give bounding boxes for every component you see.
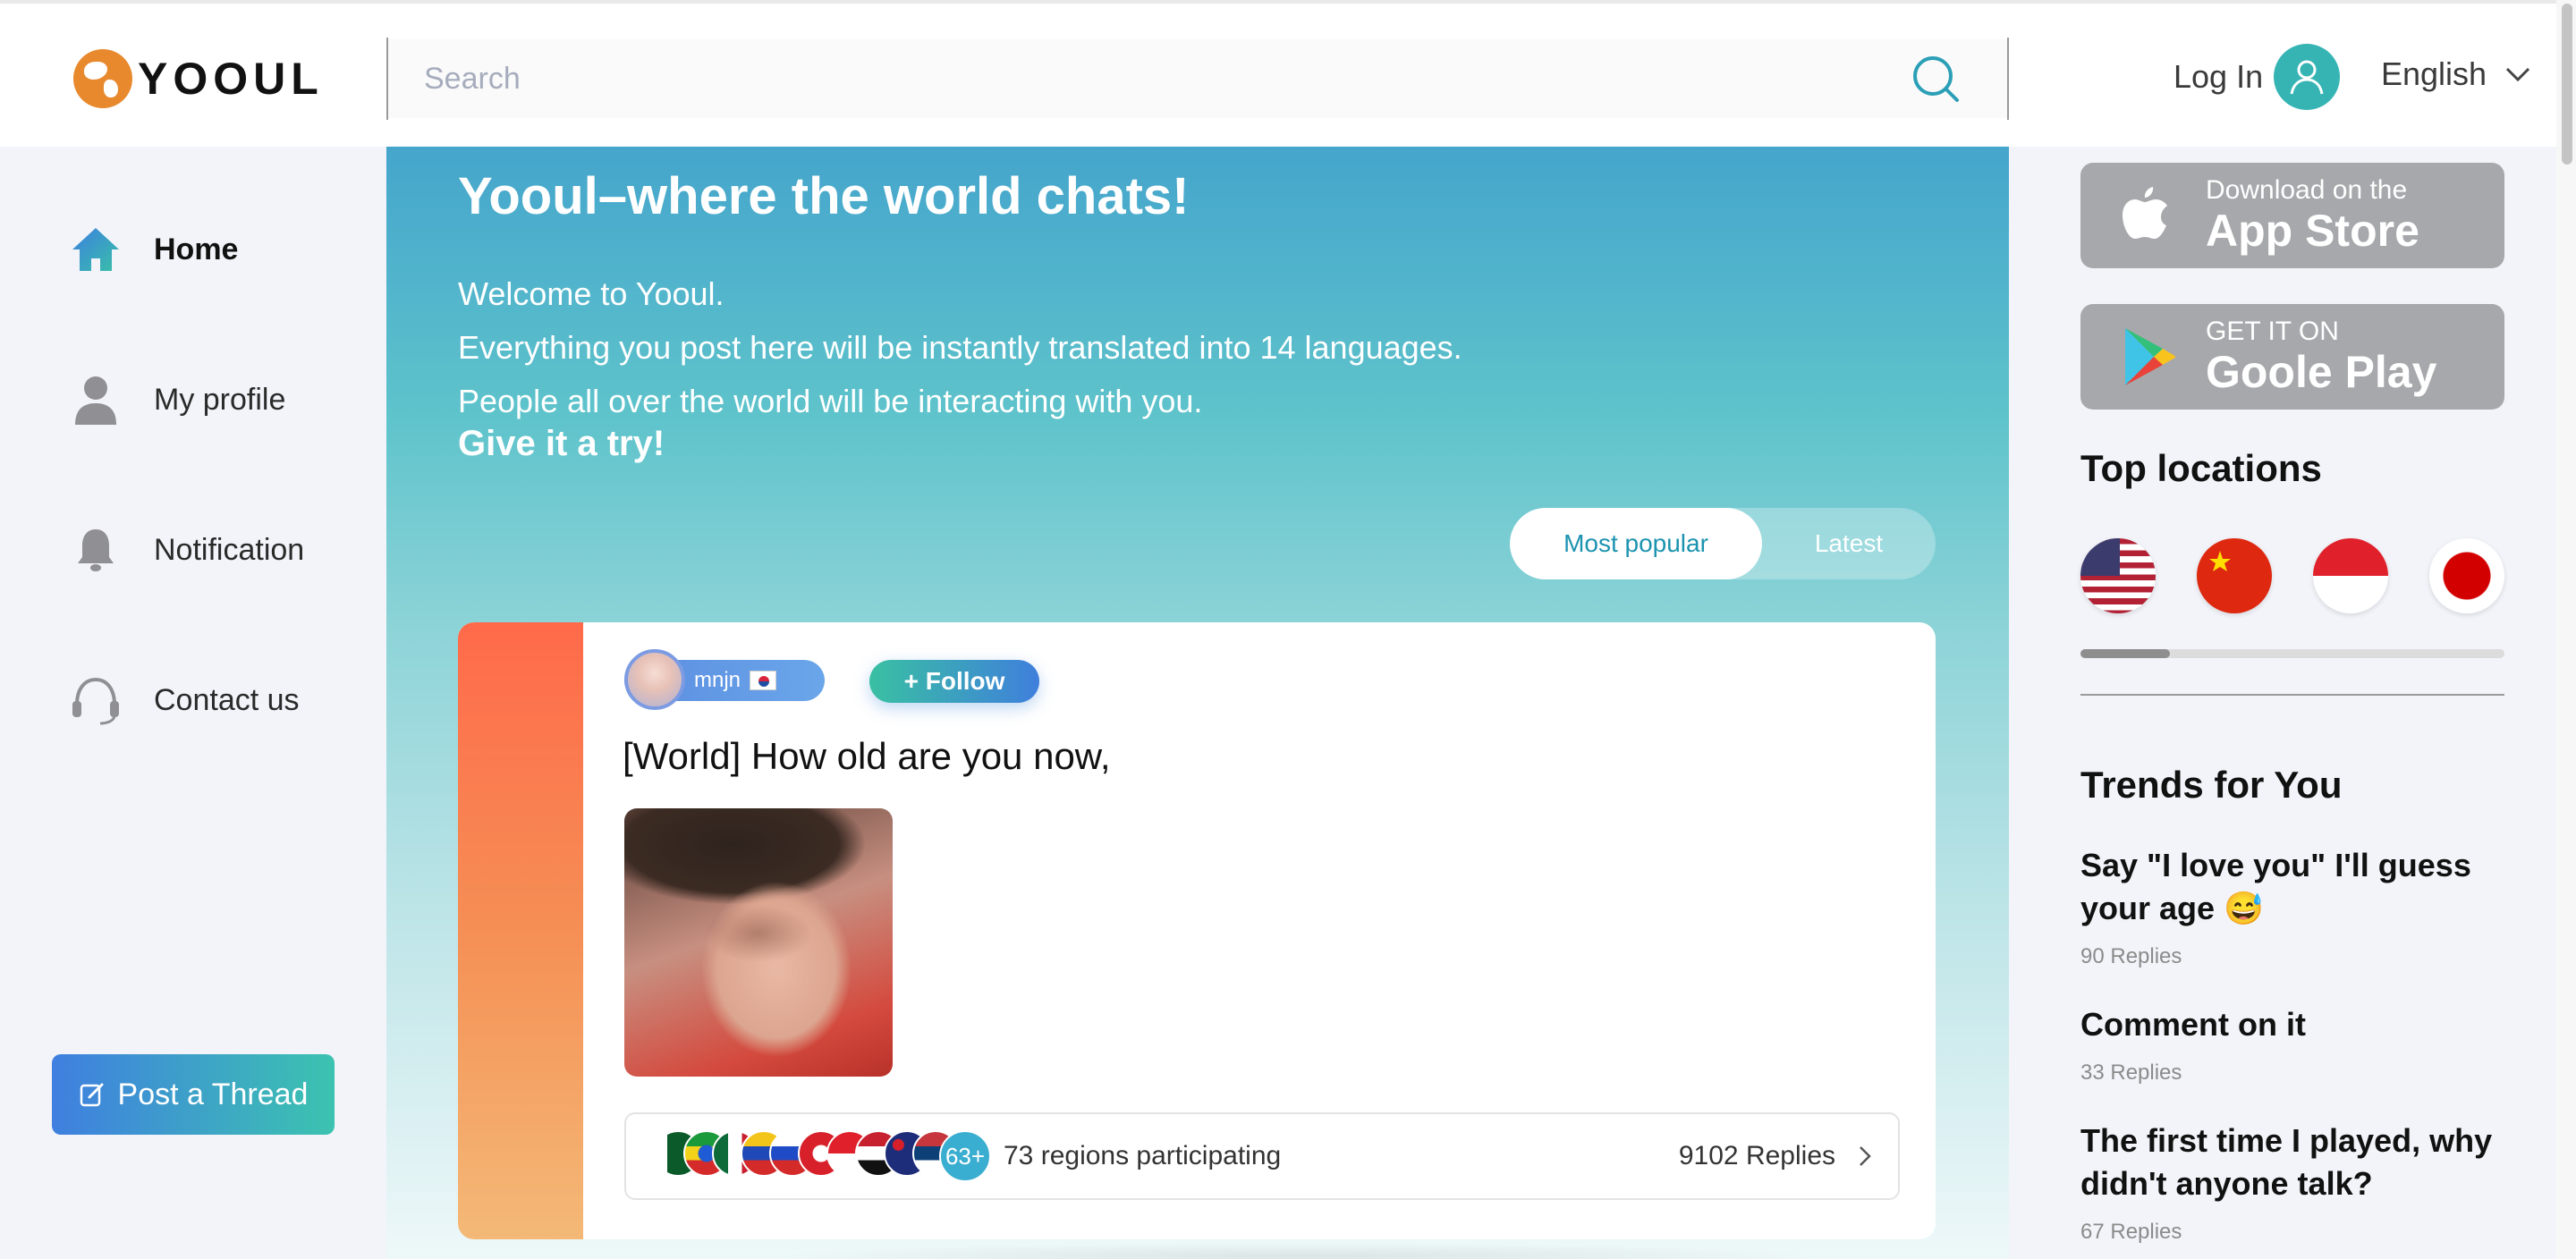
apple-icon	[2123, 187, 2167, 239]
post-thread-button[interactable]: Post a Thread	[52, 1054, 335, 1135]
chevron-right-icon	[1860, 1146, 1871, 1166]
sidebar-item-contact-us[interactable]: Contact us	[70, 674, 300, 726]
trend-item-title[interactable]: Comment on it	[2080, 1003, 2504, 1046]
trend-item-replies: 90 Replies	[2080, 944, 2182, 968]
page-scrollbar[interactable]	[2556, 0, 2576, 1259]
section-divider	[2080, 694, 2504, 696]
top-header: YOOUL Log In English	[0, 0, 2576, 147]
sidebar-item-my-profile[interactable]: My profile	[70, 374, 285, 426]
bell-icon	[70, 524, 122, 576]
trend-item-replies: 67 Replies	[2080, 1220, 2182, 1244]
flag-united-states-icon[interactable]	[2080, 538, 2156, 613]
replies-count-text: 9102 Replies	[1678, 1141, 1835, 1170]
yooul-logo[interactable]: YOOUL	[73, 46, 324, 111]
banner-line-2: Everything you post here will be instant…	[458, 329, 1462, 366]
sidebar-item-label: Notification	[154, 532, 305, 567]
regions-count-text: 73 regions participating	[1004, 1141, 1282, 1170]
language-selector[interactable]: English	[2381, 55, 2531, 93]
banner-line-1: Welcome to Yooul.	[458, 275, 724, 312]
sidebar-item-home[interactable]: Home	[70, 224, 238, 275]
user-avatar-icon	[2274, 44, 2341, 110]
left-sidebar: Home My profile Notification Contact us …	[0, 147, 386, 1259]
trends-title: Trends for You	[2080, 764, 2343, 806]
app-store-small-text: Download on the	[2206, 175, 2408, 205]
header-divider-right	[2007, 38, 2009, 120]
flag-china-icon[interactable]	[2197, 538, 2272, 613]
banner-cta: Give it a try!	[458, 424, 665, 463]
headset-icon	[70, 674, 122, 726]
tab-latest[interactable]: Latest	[1762, 508, 1936, 579]
google-play-button[interactable]: GET IT ON Goole Play	[2080, 304, 2504, 410]
participant-flags: 63+	[655, 1130, 991, 1182]
korea-flag-icon	[750, 671, 777, 690]
participation-bar[interactable]: 63+ 73 regions participating 9102 Replie…	[624, 1112, 1900, 1200]
login-button[interactable]: Log In	[2174, 43, 2341, 111]
globe-logo-icon	[73, 49, 132, 108]
sidebar-item-notification[interactable]: Notification	[70, 524, 304, 576]
home-icon	[70, 224, 122, 275]
logo-text: YOOUL	[138, 54, 324, 104]
thread-card[interactable]: mnjn + Follow [World] How old are you no…	[458, 622, 1936, 1239]
search-input[interactable]	[388, 39, 1909, 118]
follow-button[interactable]: + Follow	[869, 660, 1039, 703]
author-avatar[interactable]	[624, 649, 685, 710]
google-play-big-text: Goole Play	[2206, 347, 2437, 397]
login-label: Log In	[2174, 58, 2264, 95]
sidebar-item-label: My profile	[154, 382, 286, 417]
edit-icon	[80, 1083, 104, 1107]
thread-title[interactable]: [World] How old are you now,	[623, 735, 1111, 778]
card-accent-stripe	[458, 622, 583, 1239]
sidebar-item-label: Home	[154, 232, 239, 266]
top-locations-scroll-track[interactable]	[2080, 649, 2504, 658]
user-icon	[70, 374, 122, 426]
tab-most-popular[interactable]: Most popular	[1510, 508, 1762, 579]
page-scrollbar-thumb[interactable]	[2562, 4, 2572, 165]
trend-item-replies: 33 Replies	[2080, 1060, 2182, 1085]
banner-line-3: People all over the world will be intera…	[458, 383, 1203, 419]
language-label: English	[2381, 55, 2487, 92]
trend-item-title[interactable]: The first time I played, why didn't anyo…	[2080, 1120, 2504, 1205]
author-name: mnjn	[694, 668, 741, 692]
top-locations-title: Top locations	[2080, 447, 2322, 489]
more-regions-badge: 63+	[939, 1130, 991, 1182]
banner-title: Yooul–where the world chats!	[458, 167, 1190, 225]
flag-indonesia-icon[interactable]	[2313, 538, 2388, 613]
app-store-big-text: App Store	[2206, 206, 2419, 256]
app-store-button[interactable]: Download on the App Store	[2080, 163, 2504, 268]
top-locations-scroll-thumb[interactable]	[2080, 649, 2170, 658]
right-sidebar: Download on the App Store GET IT ON Gool…	[2009, 147, 2556, 1259]
main-feed: Yooul–where the world chats! Welcome to …	[386, 147, 2009, 1259]
search-icon[interactable]	[1909, 52, 1962, 106]
google-play-icon	[2125, 328, 2176, 385]
thread-image[interactable]	[624, 808, 893, 1077]
sidebar-item-label: Contact us	[154, 682, 300, 717]
search-bar	[388, 39, 2007, 118]
post-thread-label: Post a Thread	[117, 1077, 309, 1111]
google-play-small-text: GET IT ON	[2206, 317, 2339, 346]
sort-tabs: Most popular Latest	[1510, 508, 1936, 579]
trend-item-title[interactable]: Say "I love you" I'll guess your age 😅	[2080, 844, 2504, 930]
flag-japan-icon[interactable]	[2429, 538, 2504, 613]
card-shadow	[762, 1243, 1835, 1259]
chevron-down-icon	[2506, 67, 2530, 82]
